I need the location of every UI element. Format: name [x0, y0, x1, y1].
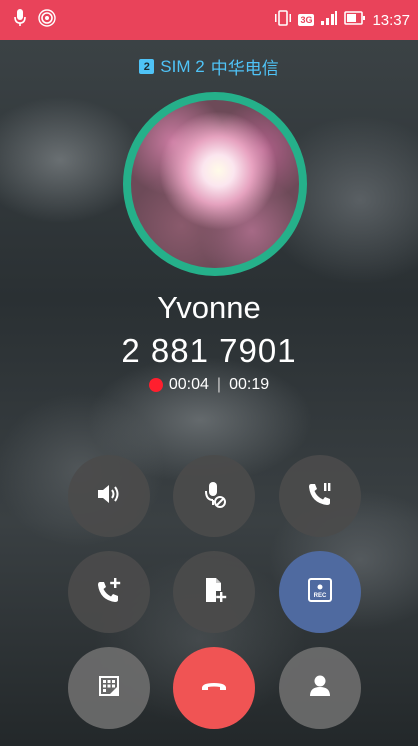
record-button[interactable]: REC — [279, 551, 361, 633]
sim-badge-icon: 2 — [139, 59, 155, 74]
mic-off-icon — [199, 479, 229, 514]
contacts-button[interactable] — [279, 647, 361, 729]
add-call-button[interactable] — [68, 551, 150, 633]
speaker-icon — [94, 479, 124, 514]
add-note-icon — [199, 575, 229, 610]
hold-button[interactable] — [279, 455, 361, 537]
rec-icon: REC — [305, 575, 335, 610]
end-call-button[interactable] — [173, 647, 255, 729]
rec-label: REC — [314, 593, 327, 599]
sim-label: SIM 2 — [160, 56, 205, 76]
carrier-name: 中华电信 — [210, 59, 279, 78]
hotspot-icon — [38, 8, 56, 32]
status-time: 13:37 — [372, 11, 410, 29]
call-timers: 00:04 | 00:19 — [0, 376, 418, 394]
add-note-button[interactable] — [173, 551, 255, 633]
contact-icon — [305, 671, 335, 706]
battery-icon — [344, 11, 366, 29]
keypad-button[interactable] — [68, 647, 150, 729]
recording-indicator-icon — [148, 378, 163, 392]
phone-number: 2 881 7901 — [121, 332, 297, 369]
timer-divider: | — [216, 376, 222, 393]
status-bar: 3G 13:37 — [0, 0, 418, 40]
call-duration: 00:19 — [229, 376, 270, 393]
recording-time: 00:04 — [168, 376, 209, 393]
vibrate-icon — [274, 10, 292, 30]
signal-icon — [320, 10, 338, 30]
add-call-icon — [94, 575, 124, 610]
contact-avatar — [123, 92, 307, 276]
keypad-icon — [94, 671, 124, 706]
sim-carrier-label: 2 SIM 2 中华电信 — [0, 54, 418, 79]
mic-icon — [14, 8, 26, 32]
mute-button[interactable] — [173, 455, 255, 537]
network-type-badge: 3G — [298, 14, 315, 26]
contact-name: Yvonne — [157, 290, 261, 325]
speaker-button[interactable] — [68, 455, 150, 537]
call-hold-icon — [305, 479, 335, 514]
end-call-icon — [199, 671, 229, 706]
